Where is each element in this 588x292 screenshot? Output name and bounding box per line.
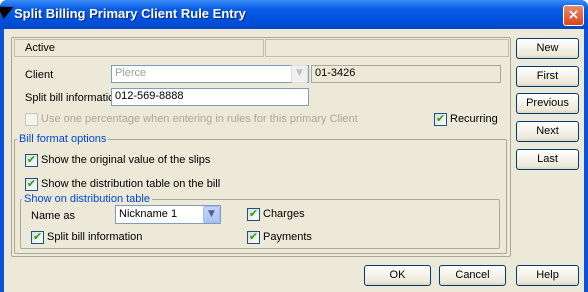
show-distribution-checkbox[interactable]: ✔	[25, 178, 38, 191]
dialog-window: Split Billing Primary Client Rule Entry …	[0, 0, 588, 292]
status-header: Active	[14, 39, 264, 57]
split-bill-label: Split bill information	[25, 92, 121, 104]
dialog-body: Active Client Pierce ▼ 01-3426 Split bil…	[4, 29, 584, 292]
payments-label: Payments	[263, 231, 312, 243]
recurring-checkbox[interactable]: ✔	[434, 113, 447, 126]
show-original-checkbox[interactable]: ✔	[25, 154, 38, 167]
status-header-right	[265, 39, 509, 57]
new-button[interactable]: New	[516, 38, 579, 59]
close-button[interactable]: ×	[563, 5, 584, 26]
split-info-label: Split bill information	[47, 231, 143, 243]
bill-format-title: Bill format options	[17, 133, 109, 145]
cancel-button[interactable]: Cancel	[439, 265, 506, 286]
close-icon: ×	[567, 7, 580, 23]
split-info-checkbox[interactable]: ✔	[31, 231, 44, 244]
next-button[interactable]: Next	[516, 121, 579, 142]
client-number-field: 01-3426	[311, 65, 501, 83]
payments-checkbox[interactable]: ✔	[247, 231, 260, 244]
client-label: Client	[25, 69, 54, 81]
help-button[interactable]: Help	[516, 265, 579, 286]
distribution-title: Show on distribution table	[22, 193, 152, 205]
first-button[interactable]: First	[516, 66, 579, 87]
client-combo-value: Pierce	[115, 67, 147, 79]
charges-checkbox[interactable]: ✔	[247, 208, 260, 221]
window-title: Split Billing Primary Client Rule Entry	[14, 6, 246, 21]
name-as-dropdown-arrow-icon[interactable]: ▼	[203, 206, 220, 223]
split-bill-input[interactable]: 012-569-8888	[111, 88, 309, 106]
show-original-label: Show the original value of the slips	[41, 154, 211, 166]
recurring-label: Recurring	[450, 113, 498, 125]
charges-label: Charges	[263, 208, 305, 220]
split-bill-value: 012-569-8888	[115, 90, 184, 102]
ok-button[interactable]: OK	[364, 265, 431, 286]
client-combo[interactable]: Pierce	[111, 65, 309, 83]
client-dropdown-arrow-icon[interactable]: ▼	[291, 65, 308, 83]
use-percentage-label: Use one percentage when entering in rule…	[41, 113, 358, 125]
client-number-value: 01-3426	[315, 67, 356, 79]
show-distribution-label: Show the distribution table on the bill	[41, 178, 221, 190]
name-as-label: Name as	[31, 210, 76, 222]
status-text: Active	[25, 42, 55, 54]
name-as-value: Nickname 1	[119, 208, 178, 220]
last-button[interactable]: Last	[516, 149, 579, 170]
title-bar[interactable]: Split Billing Primary Client Rule Entry …	[0, 0, 588, 29]
previous-button[interactable]: Previous	[516, 93, 579, 114]
use-percentage-checkbox[interactable]	[25, 113, 38, 126]
